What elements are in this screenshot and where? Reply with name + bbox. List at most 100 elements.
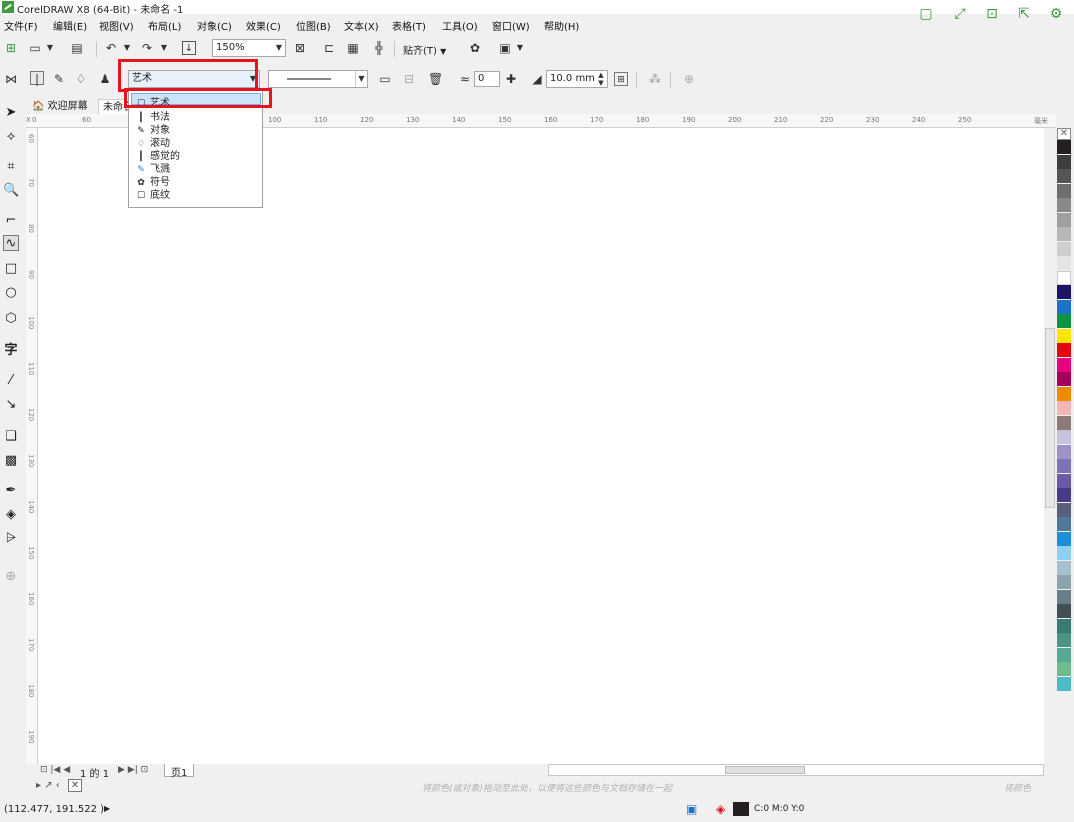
artistic-media-tool-icon[interactable]: ∿ — [3, 235, 19, 251]
new-document-icon[interactable]: ⊞ — [4, 41, 18, 55]
open-icon[interactable]: ▭ — [28, 41, 42, 55]
add-icon[interactable]: ⊕ — [682, 72, 696, 86]
palette-swatch[interactable] — [1057, 227, 1071, 241]
stroke-width-icon[interactable]: ◢ — [530, 72, 544, 86]
palette-swatch[interactable] — [1057, 531, 1071, 546]
palette-swatch[interactable] — [1057, 183, 1071, 198]
menu-effects[interactable]: 效果(C) — [246, 18, 281, 33]
redo-dropdown-icon[interactable]: ▼ — [157, 41, 171, 55]
horizontal-scroll-thumb[interactable] — [725, 766, 805, 774]
save-icon[interactable]: ⊡ — [982, 4, 1002, 24]
color-proof-icon[interactable]: ▣ — [686, 802, 697, 816]
pressure-mode-icon[interactable]: ♟ — [98, 72, 112, 86]
pick-tool-icon[interactable]: ➤ — [3, 105, 19, 121]
palette-swatch[interactable] — [1057, 444, 1071, 459]
palette-swatch[interactable] — [1057, 560, 1071, 575]
preset-mode-icon[interactable]: ⋈ — [4, 72, 18, 86]
drop-shadow-tool-icon[interactable]: ❑ — [3, 429, 19, 445]
smoothing-icon[interactable]: ≈ — [458, 72, 472, 86]
fill-color-swatch[interactable] — [733, 802, 749, 816]
settings-icon[interactable]: ⚙ — [1046, 4, 1066, 24]
vertical-ruler[interactable]: 60 70 80 90 100 110 120 130 140 150 160 … — [26, 128, 38, 764]
restore-icon[interactable]: ▢ — [916, 4, 936, 24]
sprayer-mode-icon[interactable]: ✎ — [52, 72, 66, 86]
options-gear-icon[interactable]: ✿ — [468, 41, 482, 55]
palette-swatch[interactable] — [1057, 314, 1071, 328]
palette-swatch[interactable] — [1057, 546, 1071, 560]
vertical-scroll-thumb[interactable] — [1045, 328, 1055, 508]
transparency-tool-icon[interactable]: ▩ — [3, 453, 19, 469]
no-color-icon[interactable]: ✕ — [68, 779, 82, 792]
palette-swatch[interactable] — [1057, 299, 1071, 314]
eyedropper-tool-icon[interactable]: ✒ — [3, 483, 19, 499]
dropdown-item-splatter[interactable]: ✎ 飞溅 — [135, 160, 170, 175]
menu-edit[interactable]: 编辑(E) — [53, 18, 87, 33]
crop-tool-icon[interactable]: ⌗ — [3, 159, 19, 175]
menu-view[interactable]: 视图(V) — [99, 18, 134, 33]
menu-window[interactable]: 窗口(W) — [492, 18, 530, 33]
page-nav-next-buttons[interactable]: ▶ ▶| ⊡ — [118, 765, 148, 775]
zoom-to-page-icon[interactable]: ⊠ — [293, 41, 307, 55]
rulers-icon[interactable]: ⊏ — [322, 41, 336, 55]
palette-swatch[interactable] — [1057, 169, 1071, 183]
palette-swatch[interactable] — [1057, 212, 1071, 227]
guidelines-icon[interactable]: ╬ — [372, 41, 386, 55]
dropdown-item-calligraphy[interactable]: ┃ 书法 — [135, 108, 170, 123]
palette-swatch[interactable] — [1057, 517, 1071, 531]
text-tool-icon[interactable]: 字 — [3, 343, 19, 359]
rectangle-tool-icon[interactable]: □ — [3, 261, 19, 277]
open-dropdown-icon[interactable]: ▼ — [43, 41, 57, 55]
zoom-tool-icon[interactable]: 🔍 — [3, 183, 19, 199]
browse-folder-icon[interactable]: ▭ — [378, 72, 392, 86]
spinner-icon[interactable]: ▲ ▼ — [595, 71, 607, 87]
dropdown-item-texture[interactable]: ☐ 底纹 — [135, 186, 170, 201]
palette-swatch[interactable] — [1057, 328, 1071, 343]
menu-text[interactable]: 文本(X) — [344, 18, 379, 33]
add-tool-icon[interactable]: ⊕ — [3, 569, 19, 585]
palette-swatch[interactable] — [1057, 343, 1071, 357]
palette-swatch[interactable] — [1057, 459, 1071, 473]
palette-swatch[interactable] — [1057, 676, 1071, 691]
palette-swatch[interactable] — [1057, 662, 1071, 676]
palette-swatch[interactable] — [1057, 198, 1071, 212]
connector-tool-icon[interactable]: ↘ — [3, 397, 19, 413]
page-nav-buttons[interactable]: ⊡ |◀ ◀ — [40, 765, 70, 775]
menu-tools[interactable]: 工具(O) — [442, 18, 478, 33]
palette-swatch[interactable] — [1057, 386, 1071, 401]
dropdown-item-scroll[interactable]: ♢ 滚动 — [135, 134, 170, 149]
palette-swatch[interactable] — [1057, 401, 1071, 415]
sparkle-icon[interactable]: ⁂ — [648, 72, 662, 86]
delete-icon[interactable]: 🗑 — [428, 72, 443, 86]
brush-mode-icon[interactable]: ❘ — [30, 71, 44, 86]
palette-swatch[interactable] — [1057, 589, 1071, 604]
palette-swatch[interactable] — [1057, 154, 1071, 169]
palette-swatch[interactable] — [1057, 285, 1071, 299]
palette-swatch[interactable] — [1057, 488, 1071, 502]
grid-icon[interactable]: ▦ — [346, 41, 360, 55]
palette-swatch[interactable] — [1057, 241, 1071, 256]
palette-swatch[interactable] — [1057, 604, 1071, 618]
menu-help[interactable]: 帮助(H) — [544, 18, 579, 33]
undo-icon[interactable]: ↶ — [104, 41, 118, 55]
redo-icon[interactable]: ↷ — [140, 41, 154, 55]
ellipse-tool-icon[interactable]: ○ — [3, 285, 19, 301]
palette-swatch[interactable] — [1057, 372, 1071, 386]
launcher-dropdown-icon[interactable]: ▼ — [513, 41, 527, 55]
smoothing-slider-icon[interactable]: ✚ — [504, 72, 518, 86]
palette-swatch[interactable] — [1057, 473, 1071, 488]
tab-welcome[interactable]: 🏠 欢迎屏幕 — [28, 99, 92, 114]
scale-with-object-icon[interactable]: ⊞ — [614, 72, 628, 86]
palette-swatch[interactable] — [1057, 647, 1071, 662]
chevron-down-icon[interactable]: ▼ — [273, 40, 285, 56]
palette-swatch[interactable] — [1057, 256, 1071, 270]
download-icon[interactable]: ↓ — [182, 41, 196, 55]
menu-object[interactable]: 对象(C) — [197, 18, 232, 33]
palette-swatch[interactable] — [1057, 270, 1071, 285]
app-launcher-icon[interactable]: ▣ — [498, 41, 512, 55]
smart-fill-tool-icon[interactable]: ⩥ — [3, 531, 19, 547]
palette-swatch[interactable] — [1057, 415, 1071, 430]
palette-swatch[interactable] — [1057, 575, 1071, 589]
fullscreen-icon[interactable]: ⤢ — [950, 4, 970, 24]
menu-bitmaps[interactable]: 位图(B) — [296, 18, 331, 33]
calligraphic-mode-icon[interactable]: ♢ — [74, 72, 88, 86]
